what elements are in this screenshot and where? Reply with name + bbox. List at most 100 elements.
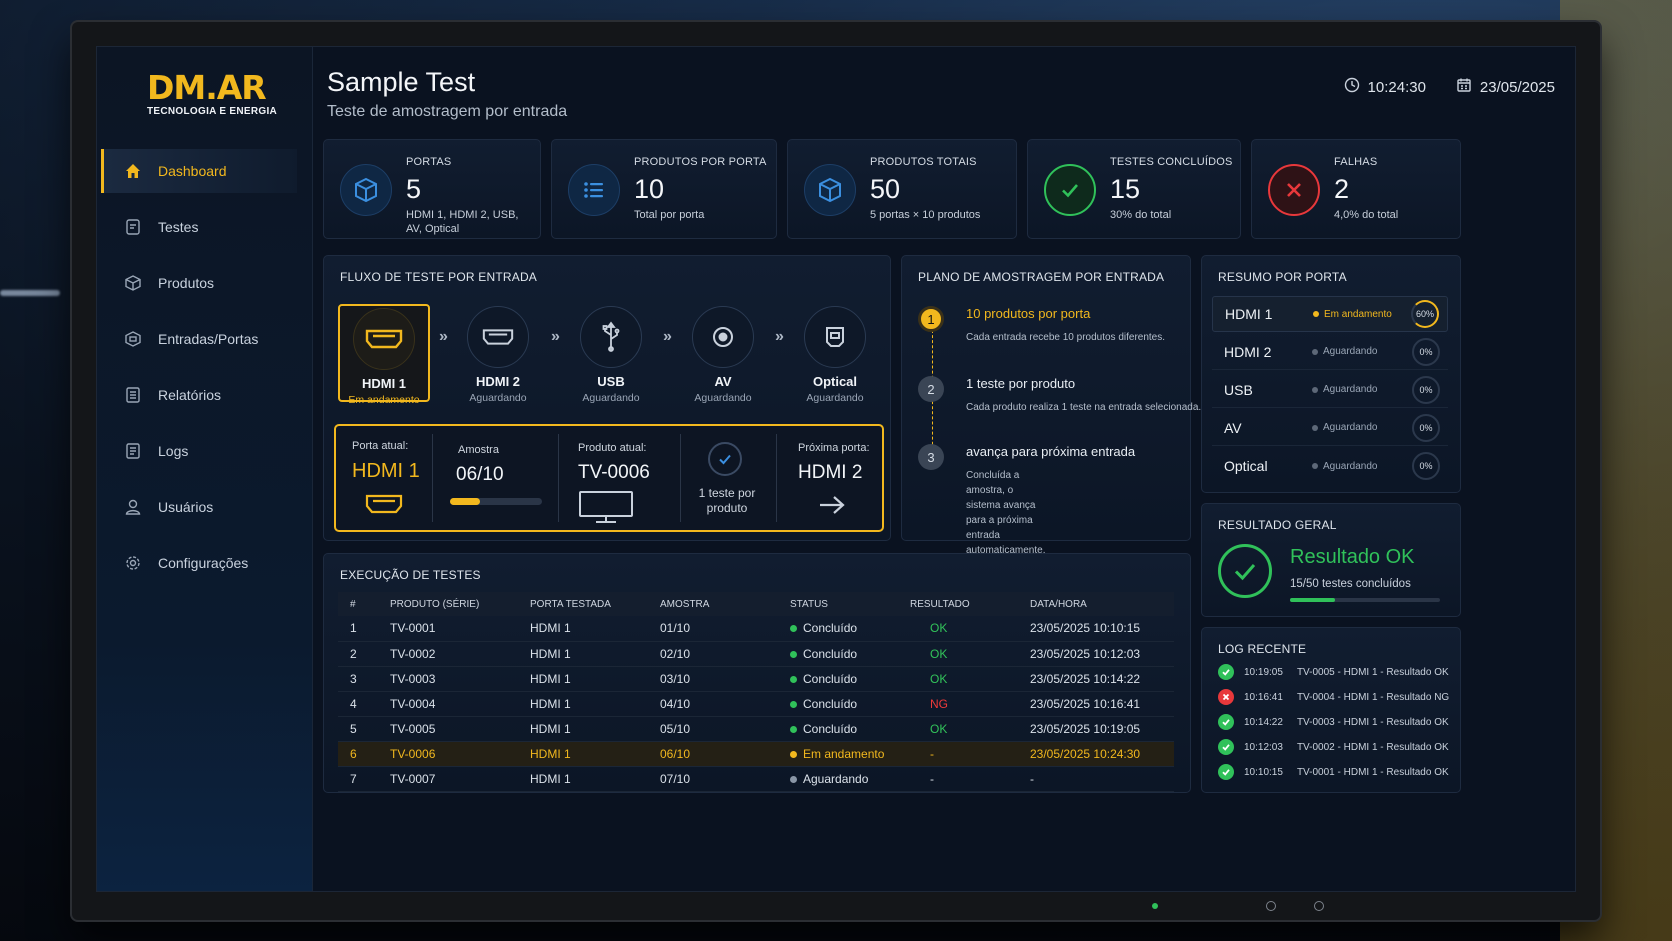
log-item[interactable]: 10:19:05 TV-0005 - HDMI 1 - Resultado OK — [1218, 664, 1449, 680]
x-circle-icon — [1268, 164, 1320, 216]
port-name: USB — [597, 374, 625, 389]
step-desc: Concluída a amostra, o sistema avança pa… — [966, 470, 1046, 556]
monitor-button[interactable] — [1314, 901, 1324, 911]
resumo-row-optical[interactable]: Optical Aguardando 0% — [1212, 448, 1448, 484]
port-status: Aguardando — [806, 392, 864, 404]
port-hdmi1[interactable]: HDMI 1 Em andamento — [338, 304, 430, 406]
current-test-panel: Porta atual: HDMI 1 Amostra 06/10 Produt… — [334, 424, 884, 532]
resumo-status-text: Em andamento — [1324, 308, 1392, 320]
product-label: Produto atual: — [578, 442, 647, 454]
kpi-card-produtos-por-porta: PRODUTOS POR PORTA 10 Total por porta — [551, 139, 777, 239]
resumo-status: Aguardando — [1312, 461, 1378, 472]
cell-porta: HDMI 1 — [518, 616, 648, 642]
port-status: Aguardando — [582, 392, 640, 404]
cell-data: 23/05/2025 10:16:41 — [1018, 691, 1174, 717]
log-time: 10:19:05 — [1244, 666, 1283, 678]
resumo-status: Aguardando — [1312, 384, 1378, 395]
cell-produto: TV-0006 — [378, 741, 518, 767]
kpi-label: FALHAS — [1334, 156, 1378, 168]
sidebar-item-configuracoes[interactable]: Configurações — [101, 541, 297, 585]
datetime-display: 10:24:30 23/05/2025 — [1344, 77, 1555, 97]
cell-resultado: OK — [898, 666, 1018, 692]
resumo-progress-ring: 0% — [1412, 452, 1440, 480]
home-icon — [124, 162, 142, 180]
port-name: HDMI 2 — [475, 374, 521, 389]
cell-produto: TV-0001 — [378, 616, 518, 642]
status-text: Concluído — [803, 671, 858, 686]
resumo-row-av[interactable]: AV Aguardando 0% — [1212, 410, 1448, 446]
ports-icon — [124, 330, 142, 348]
sidebar-item-dashboard[interactable]: Dashboard — [101, 149, 297, 193]
gear-icon — [124, 554, 142, 572]
resumo-title: RESUMO POR PORTA — [1218, 270, 1347, 284]
kpi-value: 2 — [1334, 174, 1350, 204]
kpi-card-portas: PORTAS 5 HDMI 1, HDMI 2, USB, AV, Optica… — [323, 139, 541, 239]
execucao-title: EXECUÇÃO DE TESTES — [340, 568, 481, 582]
av-icon — [692, 306, 754, 368]
cell-n: 5 — [338, 716, 378, 742]
log-time: 10:14:22 — [1244, 716, 1283, 728]
cell-status: Em andamento — [778, 741, 898, 767]
sidebar-item-logs[interactable]: Logs — [101, 429, 297, 473]
cell-resultado: OK — [898, 716, 1018, 742]
cell-resultado: - — [898, 741, 1018, 767]
table-row[interactable]: 2 TV-0002 HDMI 1 02/10 Concluído OK 23/05/2025… — [338, 641, 1174, 667]
cell-resultado: - — [898, 766, 1018, 792]
cell-n: 3 — [338, 666, 378, 692]
step-desc: Cada entrada recebe 10 produtos diferent… — [966, 332, 1166, 343]
resumo-row-usb[interactable]: USB Aguardando 0% — [1212, 372, 1448, 408]
port-hdmi2[interactable]: HDMI 2 Aguardando — [452, 304, 544, 404]
table-row[interactable]: 3 TV-0003 HDMI 1 03/10 Concluído OK 23/05/2025… — [338, 666, 1174, 692]
resumo-progress-ring: 0% — [1412, 413, 1440, 442]
status-dot — [790, 650, 797, 658]
table-row[interactable]: 4 TV-0004 HDMI 1 04/10 Concluído NG 23/05/2025… — [338, 691, 1174, 717]
resumo-progress-ring: 0% — [1412, 375, 1440, 404]
port-name: HDMI 1 — [361, 376, 407, 391]
cell-porta: HDMI 1 — [518, 666, 648, 692]
check-circle-icon — [708, 442, 742, 476]
port-usb[interactable]: USB Aguardando — [565, 304, 657, 404]
cell-n: 2 — [338, 641, 378, 667]
flow-arrow: » — [551, 328, 560, 345]
cell-n: 4 — [338, 691, 378, 717]
port-optical[interactable]: Optical Aguardando — [789, 304, 881, 404]
table-row[interactable]: 6 TV-0006 HDMI 1 06/10 Em andamento -23/05/20… — [338, 741, 1174, 767]
log-text: TV-0005 - HDMI 1 - Resultado OK — [1296, 666, 1449, 678]
sidebar-item-produtos[interactable]: Produtos — [101, 261, 297, 305]
table-row[interactable]: 5 TV-0005 HDMI 1 05/10 Concluído OK 23/05/2025… — [338, 716, 1174, 742]
kpi-label: TESTES CONCLUÍDOS — [1110, 156, 1233, 168]
monitor-button[interactable] — [1266, 901, 1276, 911]
sidebar-item-label: Testes — [158, 219, 199, 235]
sidebar-item-entradas[interactable]: Entradas/Portas — [101, 317, 297, 361]
resumo-row-hdmi2[interactable]: HDMI 2 Aguardando 0% — [1212, 334, 1448, 370]
kpi-sub: 30% do total — [1110, 209, 1172, 221]
log-item[interactable]: 10:16:41 TV-0004 - HDMI 1 - Resultado NG — [1218, 689, 1449, 705]
table-row[interactable]: 1 TV-0001 HDMI 1 01/10 Concluído OK 23/05/2025… — [338, 616, 1174, 642]
cell-porta: HDMI 1 — [518, 766, 648, 792]
hdmi-icon — [353, 308, 415, 370]
log-item[interactable]: 10:10:15 TV-0001 - HDMI 1 - Resultado OK — [1218, 764, 1449, 780]
page-title: Sample Test — [327, 67, 476, 97]
sidebar-item-relatorios[interactable]: Relatórios — [101, 373, 297, 417]
power-led — [1152, 903, 1158, 909]
cell-amostra: 07/10 — [648, 766, 778, 792]
status-dot — [1312, 424, 1318, 431]
usb-icon — [580, 306, 642, 368]
resultado-status: Resultado OK — [1290, 546, 1415, 568]
resumo-row-hdmi1[interactable]: HDMI 1 Em andamento 60% — [1212, 296, 1448, 332]
cell-porta: HDMI 1 — [518, 741, 648, 767]
next-port: HDMI 2 — [798, 462, 863, 483]
log-item[interactable]: 10:14:22 TV-0003 - HDMI 1 - Resultado OK — [1218, 714, 1449, 730]
sidebar-item-usuarios[interactable]: Usuários — [101, 485, 297, 529]
step-number: 2 — [918, 376, 944, 402]
table-row[interactable]: 7 TV-0007 HDMI 1 07/10 Aguardando - - — [338, 766, 1174, 792]
kpi-sub: Total por porta — [634, 209, 705, 221]
log-item[interactable]: 10:12:03 TV-0002 - HDMI 1 - Resultado OK — [1218, 739, 1449, 755]
cell-status: Concluído — [778, 666, 898, 692]
port-av[interactable]: AV Aguardando — [677, 304, 769, 404]
kpi-value: 5 — [406, 174, 422, 204]
cell-amostra: 05/10 — [648, 716, 778, 742]
cell-porta: HDMI 1 — [518, 716, 648, 742]
sidebar-item-testes[interactable]: Testes — [101, 205, 297, 249]
cell-produto: TV-0002 — [378, 641, 518, 667]
